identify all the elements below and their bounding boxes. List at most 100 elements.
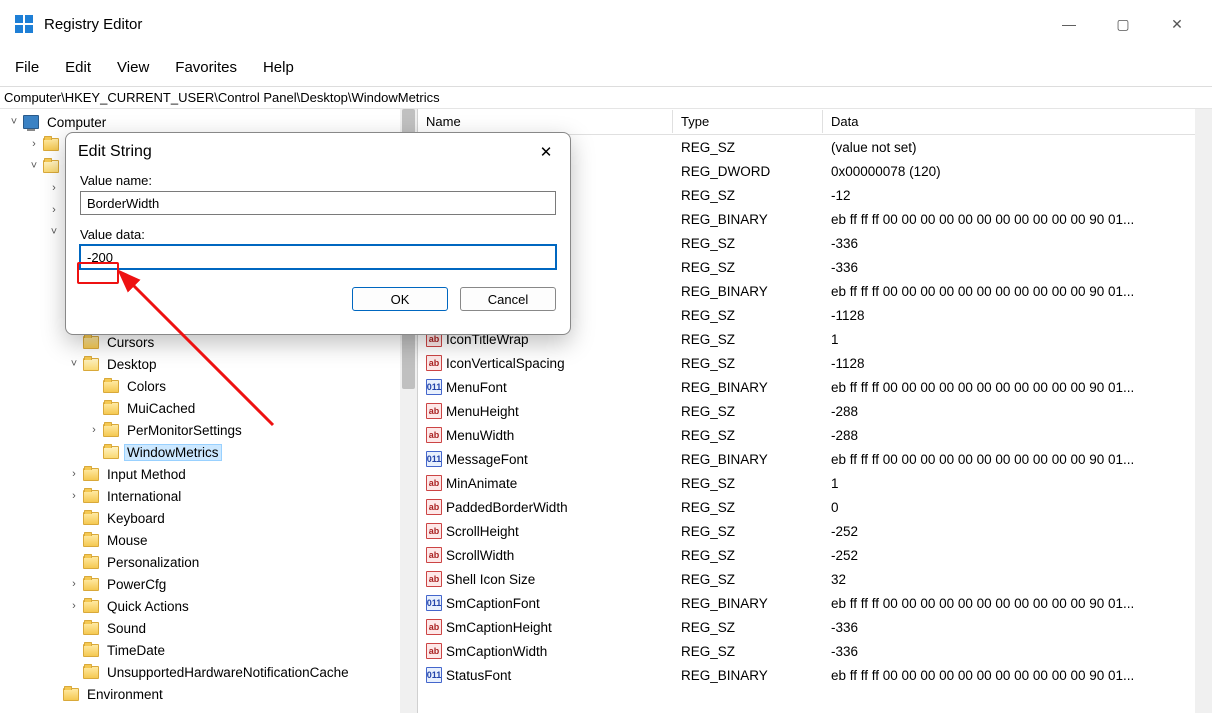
value-type: REG_SZ: [673, 332, 823, 347]
tree-node-permonitor[interactable]: › PerMonitorSettings: [0, 419, 417, 441]
menu-edit[interactable]: Edit: [52, 53, 104, 82]
string-value-icon: ab: [426, 523, 442, 539]
value-data: -336: [823, 620, 1212, 635]
chevron-right-icon[interactable]: ›: [86, 424, 102, 436]
table-row[interactable]: abIconVerticalSpacingREG_SZ-1128: [418, 351, 1212, 375]
value-type: REG_BINARY: [673, 212, 823, 227]
table-row[interactable]: 011MenuFontREG_BINARYeb ff ff ff 00 00 0…: [418, 375, 1212, 399]
value-data-input[interactable]: [80, 245, 556, 269]
tree-label: PerMonitorSettings: [124, 423, 245, 438]
folder-icon: [82, 532, 100, 548]
folder-icon: [102, 422, 120, 438]
tree-node-timedate[interactable]: TimeDate: [0, 639, 417, 661]
folder-icon: [82, 466, 100, 482]
tree-node-powercfg[interactable]: › PowerCfg: [0, 573, 417, 595]
tree-node-computer[interactable]: ˅ Computer: [0, 111, 417, 133]
value-type: REG_BINARY: [673, 596, 823, 611]
dialog-close-button[interactable]: ✕: [534, 140, 558, 164]
table-row[interactable]: 011MessageFontREG_BINARYeb ff ff ff 00 0…: [418, 447, 1212, 471]
table-row[interactable]: abSmCaptionWidthREG_SZ-336: [418, 639, 1212, 663]
table-row[interactable]: abMinAnimateREG_SZ1: [418, 471, 1212, 495]
tree-label: Quick Actions: [104, 599, 192, 614]
value-data-label: Value data:: [80, 227, 556, 242]
cancel-button[interactable]: Cancel: [460, 287, 556, 311]
tree-node-personalization[interactable]: Personalization: [0, 551, 417, 573]
table-row[interactable]: abMenuWidthREG_SZ-288: [418, 423, 1212, 447]
tree-node-environment[interactable]: Environment: [0, 683, 417, 705]
tree-node-mouse[interactable]: Mouse: [0, 529, 417, 551]
folder-icon: [82, 664, 100, 680]
close-button[interactable]: ✕: [1150, 5, 1204, 43]
value-data: -252: [823, 524, 1212, 539]
value-name: MessageFont: [446, 452, 528, 467]
value-name: ScrollHeight: [446, 524, 519, 539]
value-data: -336: [823, 260, 1212, 275]
table-row[interactable]: abShell Icon SizeREG_SZ32: [418, 567, 1212, 591]
value-data: -336: [823, 236, 1212, 251]
tree-node-muicached[interactable]: MuiCached: [0, 397, 417, 419]
string-value-icon: ab: [426, 475, 442, 491]
table-row[interactable]: 011SmCaptionFontREG_BINARYeb ff ff ff 00…: [418, 591, 1212, 615]
chevron-right-icon[interactable]: ›: [66, 468, 82, 480]
table-row[interactable]: abScrollWidthREG_SZ-252: [418, 543, 1212, 567]
chevron-right-icon[interactable]: ›: [26, 138, 42, 150]
tree-label: PowerCfg: [104, 577, 169, 592]
value-type: REG_SZ: [673, 236, 823, 251]
chevron-down-icon[interactable]: ˅: [46, 226, 62, 238]
value-type: REG_SZ: [673, 428, 823, 443]
value-type: REG_SZ: [673, 260, 823, 275]
table-row[interactable]: 011StatusFontREG_BINARYeb ff ff ff 00 00…: [418, 663, 1212, 687]
tree-node-unsupported[interactable]: UnsupportedHardwareNotificationCache: [0, 661, 417, 683]
string-value-icon: ab: [426, 355, 442, 371]
value-name: MenuHeight: [446, 404, 519, 419]
ok-button[interactable]: OK: [352, 287, 448, 311]
table-row[interactable]: abScrollHeightREG_SZ-252: [418, 519, 1212, 543]
tree-label: Environment: [84, 687, 166, 702]
column-type[interactable]: Type: [673, 110, 823, 133]
value-data: 32: [823, 572, 1212, 587]
value-data: -252: [823, 548, 1212, 563]
tree-node-keyboard[interactable]: Keyboard: [0, 507, 417, 529]
value-name-input[interactable]: [80, 191, 556, 215]
menu-view[interactable]: View: [104, 53, 162, 82]
tree-node-windowmetrics[interactable]: WindowMetrics: [0, 441, 417, 463]
value-name: Shell Icon Size: [446, 572, 535, 587]
address-bar[interactable]: Computer\HKEY_CURRENT_USER\Control Panel…: [0, 87, 1212, 109]
list-scrollbar[interactable]: [1195, 109, 1212, 713]
column-data[interactable]: Data: [823, 110, 1212, 133]
tree-node-sound[interactable]: Sound: [0, 617, 417, 639]
tree-node-desktop[interactable]: ˅Desktop: [0, 353, 417, 375]
menu-file[interactable]: File: [2, 53, 52, 82]
tree-node-international[interactable]: ›International: [0, 485, 417, 507]
chevron-right-icon[interactable]: ›: [66, 600, 82, 612]
tree-label: Cursors: [104, 335, 157, 350]
tree-label: Keyboard: [104, 511, 168, 526]
chevron-right-icon[interactable]: ›: [66, 490, 82, 502]
string-value-icon: ab: [426, 403, 442, 419]
minimize-button[interactable]: —: [1042, 5, 1096, 43]
string-value-icon: ab: [426, 571, 442, 587]
tree-node-inputmethod[interactable]: ›Input Method: [0, 463, 417, 485]
chevron-right-icon[interactable]: ›: [46, 204, 62, 216]
string-value-icon: ab: [426, 619, 442, 635]
edit-string-dialog: Edit String ✕ Value name: Value data: OK…: [65, 132, 571, 335]
tree-node-quickactions[interactable]: › Quick Actions: [0, 595, 417, 617]
chevron-down-icon[interactable]: ˅: [26, 160, 42, 172]
column-name[interactable]: Name: [418, 110, 673, 133]
menu-help[interactable]: Help: [250, 53, 307, 82]
chevron-right-icon[interactable]: ›: [66, 578, 82, 590]
value-data: -1128: [823, 356, 1212, 371]
maximize-button[interactable]: ▢: [1096, 5, 1150, 43]
table-row[interactable]: abPaddedBorderWidthREG_SZ0: [418, 495, 1212, 519]
menu-favorites[interactable]: Favorites: [162, 53, 250, 82]
chevron-down-icon[interactable]: ˅: [66, 358, 82, 370]
table-row[interactable]: abMenuHeightREG_SZ-288: [418, 399, 1212, 423]
chevron-down-icon[interactable]: ˅: [6, 116, 22, 128]
folder-icon: [82, 576, 100, 592]
table-row[interactable]: abSmCaptionHeightREG_SZ-336: [418, 615, 1212, 639]
value-data: 0x00000078 (120): [823, 164, 1212, 179]
chevron-right-icon[interactable]: ›: [46, 182, 62, 194]
value-type: REG_SZ: [673, 188, 823, 203]
menubar: File Edit View Favorites Help: [0, 48, 1212, 86]
tree-node-colors[interactable]: Colors: [0, 375, 417, 397]
